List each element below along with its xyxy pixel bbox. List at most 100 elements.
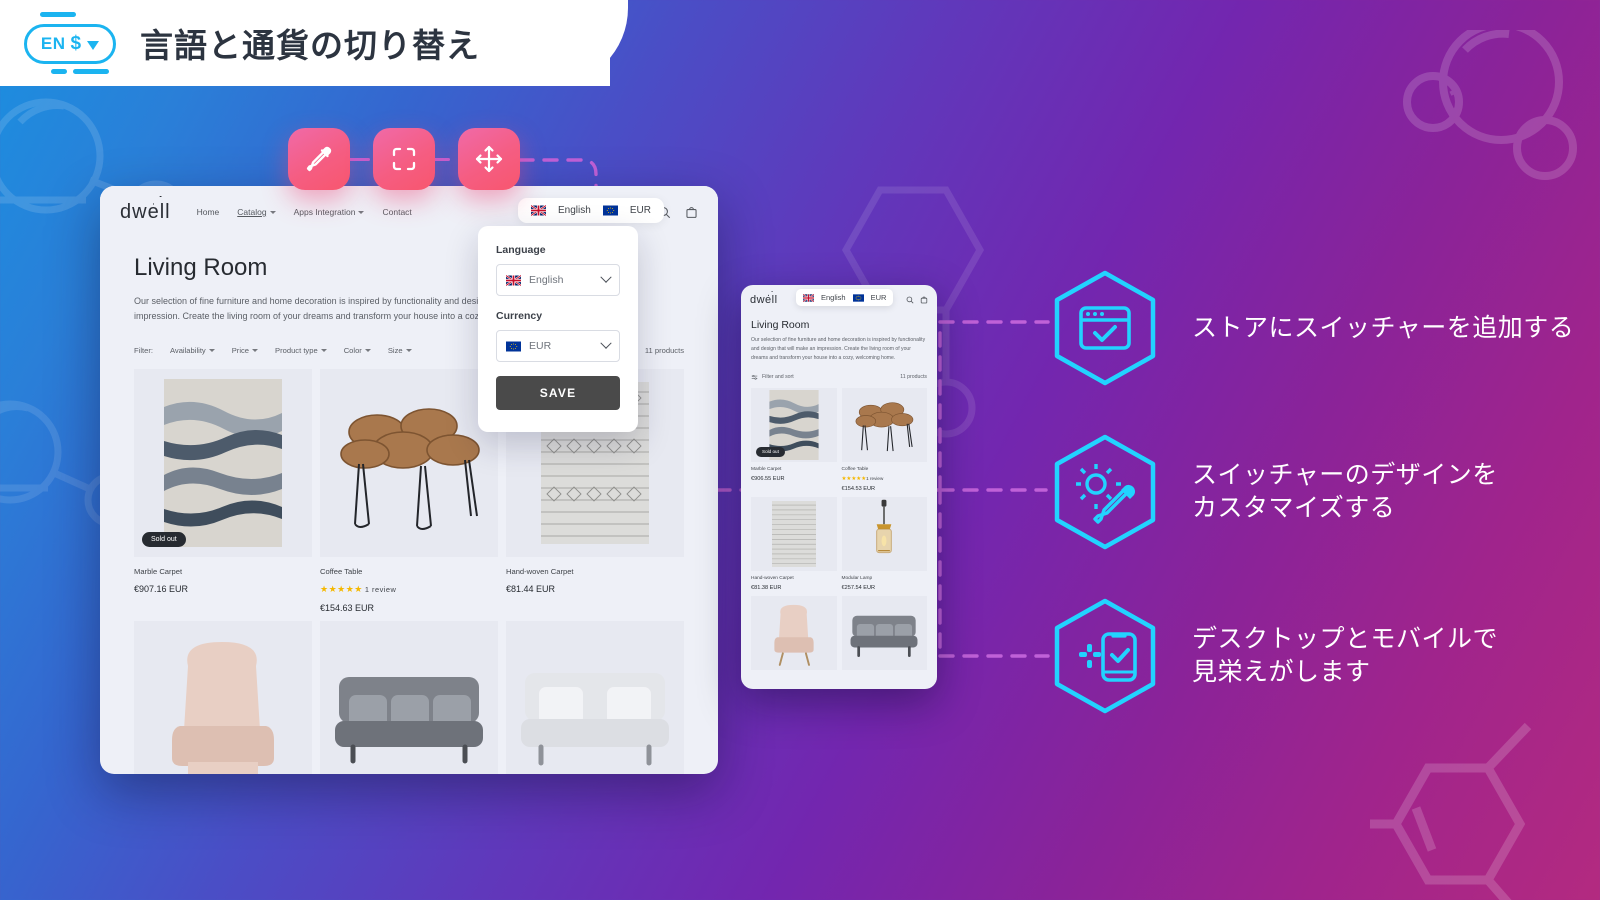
shopping-bag-icon[interactable] [685, 206, 698, 219]
nav-label: Catalog [237, 207, 267, 217]
app-logo: EN $ [18, 10, 122, 76]
uk-flag-icon [803, 293, 814, 302]
mobile-switcher-bar[interactable]: English EUR [796, 289, 894, 306]
product-card[interactable] [506, 620, 684, 774]
product-image [751, 496, 837, 571]
product-image [841, 595, 927, 670]
product-image [506, 620, 684, 774]
collection-title: Living Room [751, 319, 810, 331]
logo-pill: EN $ [24, 24, 116, 64]
feature-text: スイッチャーのデザインを カスタマイズする [1192, 461, 1498, 522]
feature-text: デスクトップとモバイルで 見栄えがします [1192, 625, 1499, 686]
switcher-currency-label: EUR [629, 205, 651, 216]
product-card[interactable] [320, 620, 498, 774]
filter-label: Filter: [134, 345, 153, 355]
store-logo[interactable]: dwell [750, 291, 778, 306]
move-arrows-icon [475, 145, 503, 173]
grey-sofa-image [850, 615, 918, 657]
product-name: Hand-woven Carpet [751, 575, 794, 581]
eyedropper-tool-button[interactable] [288, 128, 350, 190]
product-price: €257.54 EUR [841, 584, 876, 591]
filter-price[interactable]: Price [231, 345, 259, 355]
crop-tool-button[interactable] [373, 128, 435, 190]
product-card[interactable]: Sold out Marble Carpet €906.55 EUR [751, 387, 837, 492]
nav-label: Apps Integration [293, 207, 356, 217]
product-name: Hand-woven Carpet [506, 566, 574, 576]
filter-text: Color [343, 345, 362, 355]
chevron-down-icon [364, 348, 371, 352]
shopping-bag-icon[interactable] [920, 296, 928, 304]
nav-item-apps-integration[interactable]: Apps Integration [294, 207, 365, 217]
feature-icon-wrap [1046, 596, 1164, 716]
feature-icon-wrap [1046, 268, 1164, 388]
product-card[interactable]: Hand-woven Carpet €81.38 EUR [751, 496, 837, 591]
sold-out-badge: Sold out [756, 446, 785, 457]
product-image [751, 595, 837, 670]
mobile-switcher-language: English [821, 293, 846, 302]
product-price: €907.16 EUR [134, 583, 189, 594]
product-image [841, 496, 927, 571]
eyedropper-icon [306, 146, 332, 172]
filter-size[interactable]: Size [388, 346, 412, 355]
language-select[interactable]: English [496, 264, 620, 296]
mobile-filter-bar[interactable]: Filter and sort 11 products [751, 374, 927, 381]
chevron-down-icon [208, 348, 215, 352]
filter-availability[interactable]: Availability [170, 346, 215, 355]
product-image: Sold out [134, 368, 312, 557]
logo-language-code: EN [40, 34, 66, 53]
product-card[interactable]: Coffee Table ★★★★★1 review €154.53 EUR [841, 387, 927, 492]
product-name: Marble Carpet [751, 466, 782, 472]
chevron-down-icon [600, 271, 612, 283]
language-select-value: English [529, 274, 564, 286]
feature-list: ストアにスイッチャーを追加する スイッチャーのデザインを カスタマイズする デス… [1046, 246, 1574, 738]
filter-text: Price [231, 345, 250, 355]
product-card[interactable]: Coffee Table ★★★★★ 1 review €154.63 EUR [320, 368, 498, 613]
page-title: 言語と通貨の切り替え [140, 27, 480, 64]
feature-item-desktop-mobile: デスクトップとモバイルで 見栄えがします [1046, 574, 1574, 738]
eu-flag-icon [852, 293, 864, 302]
product-card[interactable] [751, 595, 837, 670]
store-logo[interactable]: dwell [120, 195, 171, 224]
filter-sort-icon [751, 374, 758, 380]
mobile-product-grid: Sold out Marble Carpet €906.55 EUR Coffe… [751, 387, 927, 670]
tool-buttons [288, 128, 520, 190]
product-card[interactable]: Sold out Marble Carpet €907.16 EUR [134, 368, 312, 613]
gear-eyedropper-icon [1054, 434, 1156, 550]
switcher-popup: Language English Currency EUR SAVE [478, 226, 638, 432]
product-card[interactable] [841, 595, 927, 670]
language-field-label: Language [496, 244, 546, 256]
feature-text: ストアにスイッチャーを追加する [1192, 313, 1575, 342]
currency-select[interactable]: EUR [496, 330, 620, 362]
save-button[interactable]: SAVE [496, 376, 620, 410]
coffee-table-image [340, 407, 480, 530]
product-name: Coffee Table [320, 566, 363, 576]
marble-carpet-image [164, 378, 282, 547]
sold-out-badge: Sold out [142, 531, 186, 547]
nav-item-catalog[interactable]: Catalog [237, 207, 276, 217]
logo-currency-symbol: $ [70, 33, 82, 54]
hand-woven-carpet-image [771, 500, 816, 567]
logo-tick-bottom-right [73, 69, 109, 74]
chevron-down-icon [320, 348, 327, 352]
product-rating: ★★★★★1 review [841, 475, 884, 482]
nav-item-contact[interactable]: Contact [382, 207, 411, 217]
desktop-nav-right [658, 206, 698, 219]
product-price: €154.63 EUR [320, 602, 375, 613]
language-currency-switcher-bar[interactable]: English EUR [518, 198, 664, 223]
product-card[interactable]: Modular Lamp €257.54 EUR [841, 496, 927, 591]
filter-color[interactable]: Color [344, 346, 371, 355]
chevron-down-icon [358, 210, 365, 214]
product-card[interactable] [134, 620, 312, 774]
mobile-page-body: Living Room Our selection of fine furnit… [741, 319, 937, 670]
nav-item-home[interactable]: Home [197, 207, 220, 217]
move-tool-button[interactable] [458, 128, 520, 190]
chevron-down-icon [600, 337, 612, 349]
nav-label: Home [196, 207, 220, 217]
filter-product-type[interactable]: Product type [275, 346, 327, 355]
desktop-nav-items: Home Catalog Apps Integration Contact [197, 207, 412, 217]
header-banner: EN $ 言語と通貨の切り替え [0, 0, 628, 86]
product-reviews: 1 review [866, 475, 884, 481]
armchair-image [172, 641, 274, 774]
grey-sofa-image [335, 676, 483, 764]
search-icon[interactable] [906, 296, 914, 304]
